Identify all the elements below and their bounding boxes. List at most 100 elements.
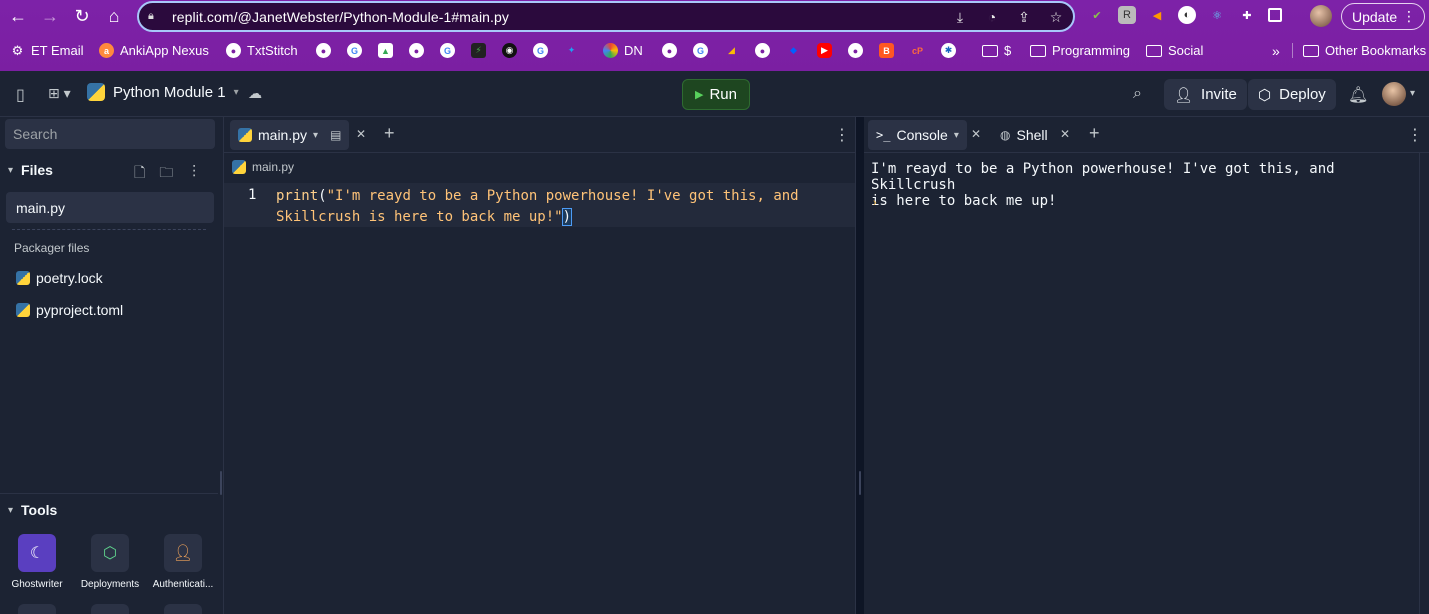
- dropbox-icon[interactable]: ◆: [786, 43, 801, 58]
- ads-icon[interactable]: ◢: [724, 43, 739, 58]
- performance-icon[interactable]: ◔: [983, 9, 1001, 26]
- chevron-down-icon[interactable]: ▾: [1410, 88, 1415, 99]
- tool-authentication[interactable]: 👤︎ Authenticati...: [148, 534, 218, 590]
- file-item-poetry-lock[interactable]: poetry.lock: [6, 262, 214, 293]
- globe-icon[interactable]: ●: [409, 43, 424, 58]
- omnibox-actions: ⤓ ◔ ⇪ ☆: [951, 9, 1065, 26]
- python-file-icon: [16, 302, 30, 317]
- forward-arrow-icon[interactable]: →: [37, 4, 63, 28]
- globe-icon[interactable]: ●: [662, 43, 677, 58]
- file-name: poetry.lock: [36, 269, 103, 286]
- file-item-main-py[interactable]: main.py: [6, 192, 214, 223]
- tool-tile-partial[interactable]: [91, 604, 129, 614]
- update-button[interactable]: Update ⋮: [1341, 3, 1425, 30]
- extensions-puzzle-icon[interactable]: ✚: [1238, 6, 1256, 24]
- close-tab-icon[interactable]: ✕: [356, 127, 366, 141]
- tool-ghostwriter[interactable]: ☾ Ghostwriter: [2, 534, 72, 590]
- extension-react-icon[interactable]: ⚛: [1208, 6, 1226, 24]
- bookmark-dollar-folder[interactable]: $: [982, 43, 1011, 58]
- globe-icon[interactable]: ●: [848, 43, 863, 58]
- ghost-icon[interactable]: ◉: [502, 43, 517, 58]
- console-output: I'm reayd to be a Python powerhouse! I'v…: [871, 161, 1335, 209]
- user-avatar[interactable]: [1382, 82, 1406, 106]
- cpanel-icon[interactable]: cP: [910, 43, 925, 58]
- tab-shell[interactable]: ◍ Shell: [992, 120, 1056, 150]
- extension-check-icon[interactable]: ✔: [1088, 6, 1106, 24]
- blogger-icon[interactable]: B: [879, 43, 894, 58]
- bookmark-programming-folder[interactable]: Programming: [1030, 43, 1130, 58]
- runner-icon[interactable]: ✱: [941, 43, 956, 58]
- more-options-icon[interactable]: ⋮: [187, 162, 201, 186]
- add-tab-icon[interactable]: +: [384, 123, 395, 144]
- sidebar-resize-handle[interactable]: [218, 117, 223, 614]
- editor-more-icon[interactable]: ⋮: [834, 125, 850, 145]
- deploy-button[interactable]: ⬡ Deploy: [1248, 79, 1336, 110]
- tab-main-py[interactable]: main.py ▾ ▤: [230, 120, 350, 150]
- console-prompt[interactable]: ›: [873, 197, 877, 209]
- code-paren-close: ): [561, 208, 573, 226]
- close-tab-icon[interactable]: ✕: [1060, 127, 1070, 141]
- browser-profile-avatar[interactable]: [1310, 5, 1332, 27]
- bookmarks-overflow-icon[interactable]: »: [1272, 43, 1280, 59]
- browser-nav-row: ← → ↻ ⌂ 🔒︎ replit.com/@JanetWebster/Pyth…: [0, 0, 1429, 33]
- sidepanel-icon[interactable]: [1268, 8, 1282, 22]
- new-file-icon[interactable]: 🗋: [134, 162, 145, 186]
- bookmark-et-email[interactable]: ⚙ ET Email: [10, 43, 84, 59]
- panel-resize-handle[interactable]: [856, 117, 864, 614]
- tool-tile-partial[interactable]: [164, 604, 202, 614]
- reload-icon[interactable]: ↻: [69, 4, 95, 28]
- file-item-pyproject-toml[interactable]: pyproject.toml: [6, 294, 214, 325]
- address-bar[interactable]: 🔒︎ replit.com/@JanetWebster/Python-Modul…: [137, 1, 1075, 32]
- add-tab-icon[interactable]: +: [1089, 123, 1100, 144]
- twitter-icon[interactable]: ✦: [564, 43, 579, 58]
- back-arrow-icon[interactable]: ←: [5, 4, 31, 28]
- repl-title-button[interactable]: Python Module 1 ▾: [87, 83, 239, 101]
- file-history-icon[interactable]: ▤: [330, 128, 341, 142]
- star-icon[interactable]: ☆: [1047, 9, 1065, 26]
- home-icon[interactable]: ⌂: [101, 4, 127, 28]
- extension-megaphone-icon[interactable]: ◀: [1148, 6, 1166, 24]
- install-icon[interactable]: ⤓: [951, 9, 969, 26]
- bookmark-icon-group-1: ● G ▲ ● G ⚡ ◉ G ✦: [316, 43, 579, 58]
- bell-icon[interactable]: 🔔︎: [1348, 85, 1368, 105]
- tool-tile-partial[interactable]: [18, 604, 56, 614]
- console-more-icon[interactable]: ⋮: [1407, 125, 1423, 145]
- breadcrumb-file[interactable]: main.py: [252, 160, 294, 174]
- code-string-line2: Skillcrush is here to back me up!": [276, 209, 563, 225]
- google-icon[interactable]: G: [347, 43, 362, 58]
- files-section-header[interactable]: ▾ Files: [8, 162, 53, 178]
- share-icon[interactable]: ⇪: [1015, 9, 1033, 26]
- new-folder-icon[interactable]: 🗀: [159, 162, 173, 186]
- bookmarks-bar: ⚙ ET Email a AnkiApp Nexus ● TxtStitch ●…: [0, 38, 1429, 66]
- bolt-icon[interactable]: ⚡: [471, 43, 486, 58]
- replit-menu-icon[interactable]: ⊞ ▾: [48, 85, 71, 102]
- invite-button[interactable]: 👤︎ Invite: [1164, 79, 1247, 110]
- globe-icon[interactable]: ●: [755, 43, 770, 58]
- run-button[interactable]: ▶ Run: [682, 79, 750, 110]
- close-tab-icon[interactable]: ✕: [971, 127, 981, 141]
- tab-console[interactable]: >_ Console ▾: [868, 120, 967, 150]
- browser-menu-icon[interactable]: ⋮: [1402, 8, 1416, 25]
- google-icon[interactable]: G: [440, 43, 455, 58]
- code-editor[interactable]: print("I'm reayd to be a Python powerhou…: [276, 186, 836, 228]
- console-scrollbar[interactable]: [1419, 153, 1429, 614]
- chevron-down-icon: ▾: [953, 129, 959, 141]
- bookmark-txtstitch[interactable]: ● TxtStitch: [226, 43, 298, 58]
- extension-r-icon[interactable]: R: [1118, 6, 1136, 24]
- google-icon[interactable]: G: [533, 43, 548, 58]
- youtube-icon[interactable]: ▶: [817, 43, 832, 58]
- extension-circle-icon[interactable]: ◐: [1178, 6, 1196, 24]
- toggle-sidebar-icon[interactable]: ▯: [16, 85, 25, 105]
- tools-section-header[interactable]: ▾ Tools: [8, 502, 57, 518]
- drive-icon[interactable]: ▲: [378, 43, 393, 58]
- search-icon[interactable]: ⌕: [1133, 85, 1142, 103]
- bookmark-social-folder[interactable]: Social: [1146, 43, 1203, 58]
- search-input[interactable]: Search: [5, 119, 215, 149]
- tool-deployments[interactable]: ⬡ Deployments: [75, 534, 145, 590]
- globe-icon[interactable]: ●: [316, 43, 331, 58]
- bookmark-ankiapp-nexus[interactable]: a AnkiApp Nexus: [99, 43, 209, 58]
- google-icon[interactable]: G: [693, 43, 708, 58]
- bookmark-dn[interactable]: DN: [603, 43, 643, 58]
- tab-label: Console: [896, 127, 948, 143]
- bookmark-other-bookmarks[interactable]: Other Bookmarks: [1292, 43, 1426, 58]
